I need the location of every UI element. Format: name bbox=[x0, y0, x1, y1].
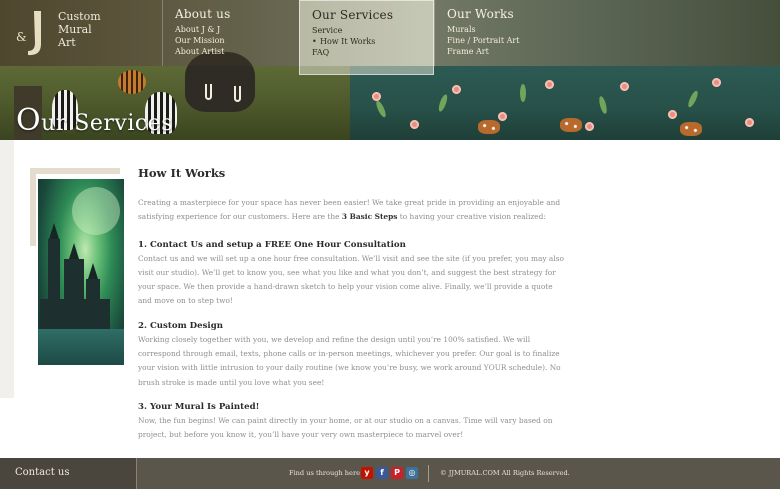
deer-illustration bbox=[560, 118, 582, 132]
castle-spire bbox=[49, 223, 59, 239]
instagram-icon[interactable]: ◎ bbox=[406, 467, 418, 479]
step-1-text: Contact us and we will set up a one hour… bbox=[138, 253, 564, 306]
intro-paragraph: Creating a masterpiece for your space ha… bbox=[138, 196, 568, 225]
painting-water bbox=[38, 329, 124, 365]
nav-works-list: Murals Fine / Portrait Art Frame Art bbox=[447, 24, 519, 57]
nav-item-about-artist[interactable]: About Artist bbox=[175, 46, 225, 57]
intro-bold-text: 3 Basic Steps bbox=[341, 212, 398, 222]
main-content: How It Works Creating a masterpiece for … bbox=[138, 166, 568, 443]
step-3-title: 3. Your Mural Is Painted! bbox=[138, 401, 260, 412]
nav-services-heading[interactable]: Our Services bbox=[312, 8, 393, 22]
step-3-text: Now, the fun begins! We can paint direct… bbox=[138, 415, 553, 440]
svg-text:&: & bbox=[16, 30, 27, 44]
flower-decoration bbox=[498, 112, 507, 121]
flower-decoration bbox=[452, 85, 461, 94]
logo-line: Art bbox=[58, 36, 76, 49]
footer: Contact us Find us through here y f P ◎ … bbox=[0, 458, 780, 489]
leaf-decoration bbox=[520, 84, 526, 102]
nav-about-heading[interactable]: About us bbox=[175, 7, 230, 21]
logo-line: Custom bbox=[58, 10, 101, 23]
nav-item-frame-art[interactable]: Frame Art bbox=[447, 46, 519, 57]
section-title-initial: O bbox=[16, 103, 42, 138]
page-title: How It Works bbox=[138, 166, 226, 180]
elephant-tusk bbox=[234, 86, 241, 102]
flower-decoration bbox=[372, 92, 381, 101]
flower-decoration bbox=[668, 110, 677, 119]
nav-item-how-it-works[interactable]: How It Works bbox=[312, 36, 375, 47]
header-banner: & Custom Mural Art About us About J & J … bbox=[0, 0, 780, 140]
step-2-text: Working closely together with you, we de… bbox=[138, 334, 561, 387]
painting-moon bbox=[72, 187, 120, 235]
deer-illustration bbox=[478, 120, 500, 134]
logo-link[interactable]: & Custom Mural Art bbox=[0, 0, 162, 66]
logo-line: Mural bbox=[58, 23, 92, 36]
castle-spire bbox=[88, 263, 98, 279]
contact-us-label: Contact us bbox=[15, 467, 70, 478]
nav-item-murals[interactable]: Murals bbox=[447, 24, 519, 35]
nav-item-faq[interactable]: FAQ bbox=[312, 47, 375, 58]
elephant-tusk bbox=[205, 84, 212, 100]
yelp-icon[interactable]: y bbox=[361, 467, 373, 479]
nav-about-list: About J & J Our Mission About Artist bbox=[175, 24, 225, 57]
step-2-title: 2. Custom Design bbox=[138, 320, 223, 331]
nav-item-about-jj[interactable]: About J & J bbox=[175, 24, 225, 35]
nav-menu-services: Our Services Service How It Works FAQ bbox=[299, 0, 434, 75]
flower-decoration bbox=[410, 120, 419, 129]
footer-divider bbox=[428, 465, 429, 482]
nav-works-heading[interactable]: Our Works bbox=[447, 7, 514, 21]
logo-text: Custom Mural Art bbox=[58, 10, 101, 49]
nav-item-our-mission[interactable]: Our Mission bbox=[175, 35, 225, 46]
facebook-icon[interactable]: f bbox=[376, 467, 388, 479]
nav-services-list: Service How It Works FAQ bbox=[312, 25, 375, 58]
castle-spire bbox=[69, 243, 79, 259]
intro-text: to having your creative vision realized: bbox=[397, 212, 546, 222]
nav-menu-works: Our Works Murals Fine / Portrait Art Fra… bbox=[434, 0, 780, 66]
section-title-rest: ur Services bbox=[41, 111, 173, 136]
step-1-title: 1. Contact Us and setup a FREE One Hour … bbox=[138, 239, 406, 250]
nav-menu-about: About us About J & J Our Mission About A… bbox=[162, 0, 299, 66]
contact-us-link[interactable]: Contact us bbox=[0, 458, 137, 489]
pinterest-icon[interactable]: P bbox=[391, 467, 403, 479]
flower-decoration bbox=[745, 118, 754, 127]
flower-decoration bbox=[545, 80, 554, 89]
find-us-label: Find us through here bbox=[289, 469, 361, 477]
side-strip bbox=[0, 140, 14, 398]
nav-item-fine-portrait-art[interactable]: Fine / Portrait Art bbox=[447, 35, 519, 46]
section-title: Our Services bbox=[16, 103, 173, 138]
deer-illustration bbox=[680, 122, 702, 136]
nav-item-service[interactable]: Service bbox=[312, 25, 375, 36]
tiger-illustration bbox=[118, 70, 146, 94]
flower-decoration bbox=[585, 122, 594, 131]
castle-painting-image bbox=[38, 179, 124, 365]
copyright-text: © JJMURAL.COM All Rights Reserved. bbox=[440, 469, 570, 477]
logo-mark-icon: & bbox=[16, 11, 41, 56]
flower-decoration bbox=[712, 78, 721, 87]
flower-decoration bbox=[620, 82, 629, 91]
